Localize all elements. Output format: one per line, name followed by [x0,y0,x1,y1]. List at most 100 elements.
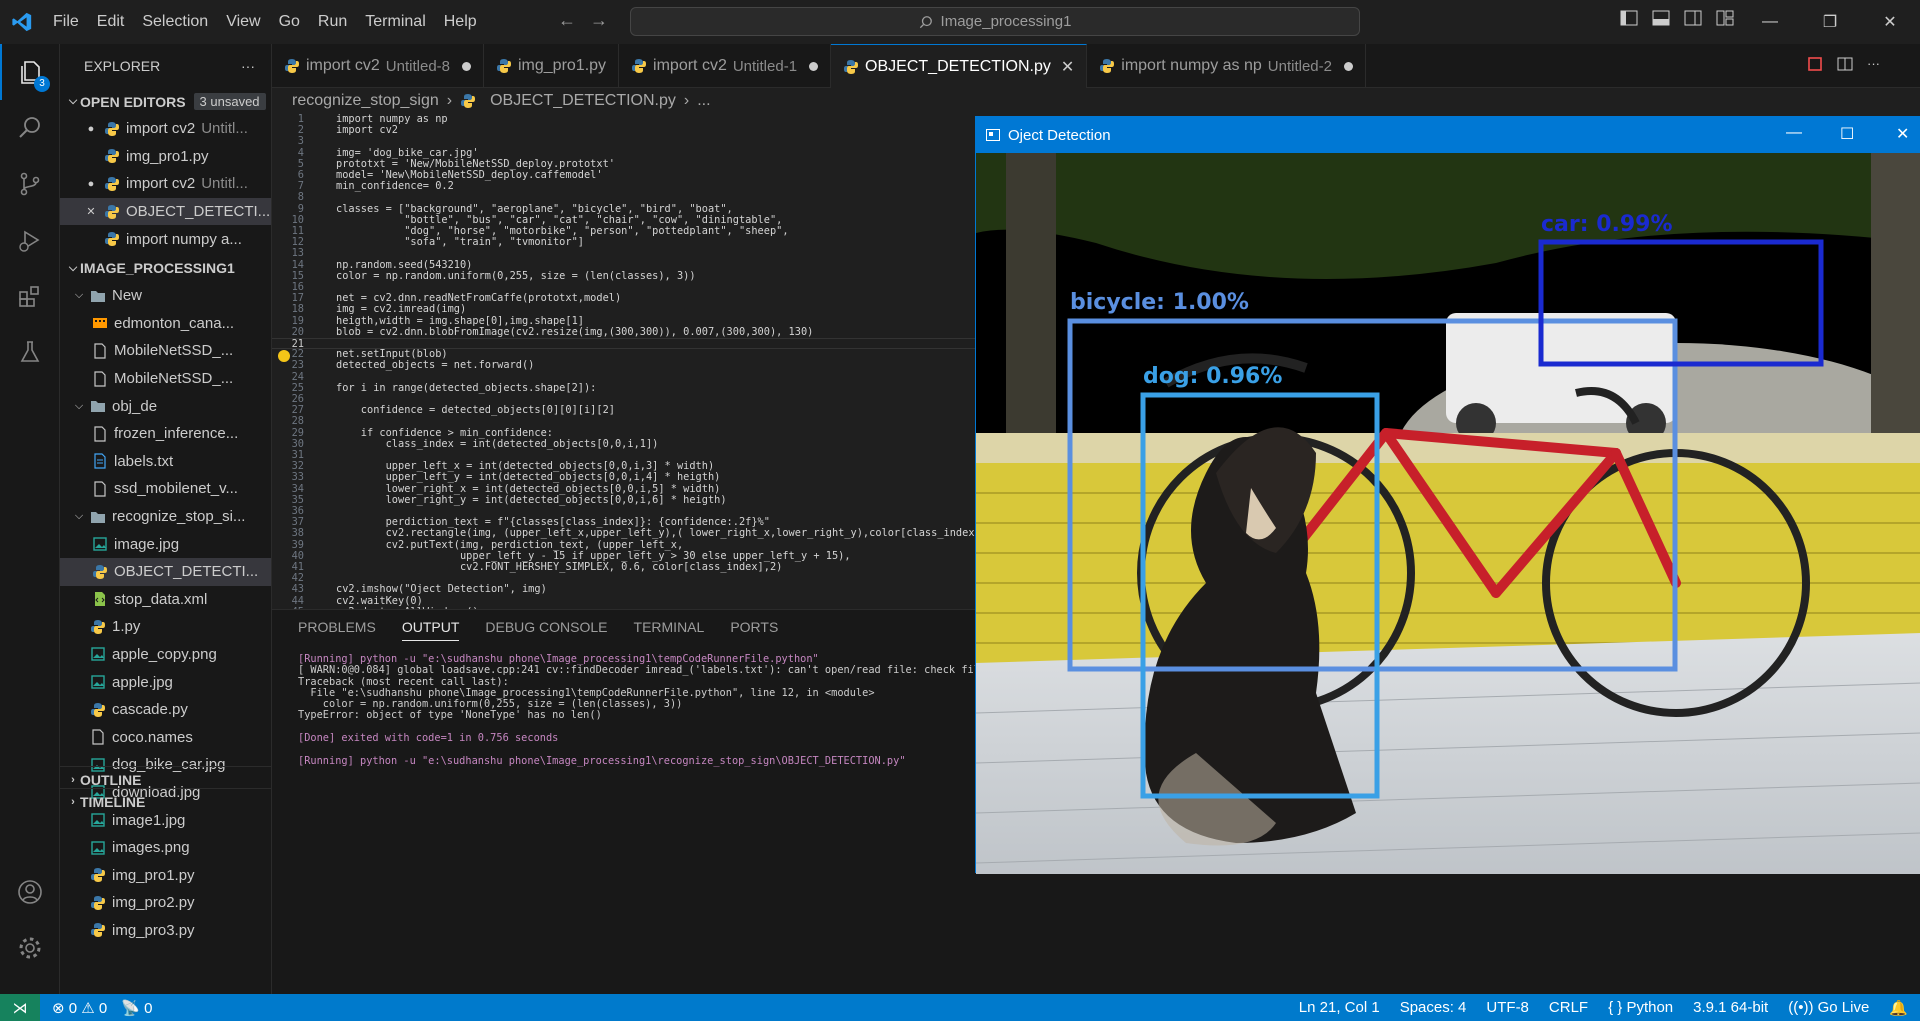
open-editor-item[interactable]: ✕ OBJECT_DETECTI... [60,197,271,226]
menu-view[interactable]: View [217,0,269,44]
menu-file[interactable]: File [44,0,88,44]
timeline-header[interactable]: › TIMELINE [60,788,271,815]
file-item[interactable]: frozen_inference... [60,420,271,448]
image-file-icon [90,674,106,690]
split-editor-icon[interactable] [1837,56,1853,72]
open-editor-item[interactable]: img_pro1.py [60,143,271,171]
cv-maximize-icon[interactable]: ☐ [1840,124,1854,144]
stop-icon[interactable] [1807,56,1823,72]
customize-layout-icon[interactable] [1716,10,1734,26]
file-item[interactable]: MobileNetSSD_... [60,337,271,365]
search-view-icon[interactable] [0,100,60,156]
cv-minimize-icon[interactable]: — [1786,124,1802,142]
menu-terminal[interactable]: Terminal [356,0,434,44]
file-item[interactable]: OBJECT_DETECTI... [60,557,271,586]
more-actions-icon[interactable]: ··· [1867,56,1880,72]
accounts-icon[interactable] [0,864,60,920]
notifications-bell-icon[interactable]: 🔔 [1889,999,1908,1017]
breadcrumb-tail[interactable]: ... [697,92,710,110]
editor-tab[interactable]: import cv2 Untitled-1 [619,44,832,88]
menu-go[interactable]: Go [270,0,309,44]
output-line: [ WARN:0@0.084] global loadsave.cpp:241 … [298,664,1024,677]
opencv-app-icon [986,129,1000,141]
file-item[interactable]: coco.names [60,723,271,751]
manage-gear-icon[interactable] [0,920,60,976]
panel-tab-ports[interactable]: PORTS [730,619,778,635]
lightbulb-icon[interactable] [278,350,290,362]
file-item[interactable]: edmonton_cana... [60,310,271,338]
close-icon[interactable]: ✕ [84,205,98,218]
ports-status[interactable]: 📡 0 [121,999,152,1017]
file-item[interactable]: 1.py [60,613,271,641]
extensions-icon[interactable] [0,268,60,324]
go-live[interactable]: ((•)) Go Live [1788,999,1869,1016]
open-editor-item[interactable]: ● import cv2 Untitl... [60,115,271,143]
file-item[interactable]: img_pro3.py [60,917,271,945]
open-editors-header[interactable]: ⌵ OPEN EDITORS 3 unsaved [60,88,271,115]
toggle-panel-icon[interactable] [1652,10,1670,26]
file-item[interactable]: stop_data.xml [60,586,271,614]
panel-tab-debug-console[interactable]: DEBUG CONSOLE [485,619,607,635]
close-icon[interactable]: ✕ [1860,0,1920,44]
breadcrumb-folder[interactable]: recognize_stop_sign [292,92,439,110]
opencv-window-titlebar[interactable]: Oject Detection — ☐ ✕ [976,117,1920,153]
remote-indicator-icon[interactable]: ⋊ [0,994,40,1021]
python-interpreter[interactable]: 3.9.1 64-bit [1693,999,1768,1016]
toggle-primary-sidebar-icon[interactable] [1620,10,1638,26]
file-item[interactable]: apple.jpg [60,668,271,696]
restore-icon[interactable]: ❐ [1800,0,1860,44]
menu-run[interactable]: Run [309,0,356,44]
editor-tab[interactable]: import numpy as np Untitled-2 [1087,44,1366,88]
source-control-icon[interactable] [0,156,60,212]
toggle-secondary-sidebar-icon[interactable] [1684,10,1702,26]
panel-tab-problems[interactable]: PROBLEMS [298,619,376,635]
line-ending[interactable]: CRLF [1549,999,1588,1016]
indentation[interactable]: Spaces: 4 [1400,999,1467,1016]
close-tab-icon[interactable]: ✕ [1061,57,1074,77]
folder-item[interactable]: ⌵ New [60,282,271,310]
tab-name: import numpy as np [1121,57,1262,74]
file-item[interactable]: img_pro2.py [60,889,271,917]
minimize-icon[interactable]: — [1740,0,1800,44]
file-item[interactable]: img_pro1.py [60,861,271,889]
workspace-header[interactable]: ⌵ IMAGE_PROCESSING1 [60,255,271,282]
opencv-window[interactable]: Oject Detection — ☐ ✕ car: 0.99% bicycle… [975,116,1920,874]
command-center[interactable]: Image_processing1 [630,7,1360,36]
run-debug-icon[interactable] [0,212,60,268]
panel-tab-output[interactable]: OUTPUT [401,613,460,641]
file-item[interactable]: cascade.py [60,696,271,724]
folder-item[interactable]: ⌵ obj_de [60,392,271,420]
folder-item[interactable]: ⌵ recognize_stop_si... [60,503,271,531]
testing-flask-icon[interactable] [0,324,60,380]
file-item[interactable]: images.png [60,834,271,862]
editor-tab[interactable]: OBJECT_DETECTION.py ✕ [831,44,1088,88]
unsaved-dot-icon[interactable] [1343,61,1353,71]
open-editor-item[interactable]: import numpy a... [60,225,271,253]
explorer-icon[interactable]: 3 [0,44,60,100]
file-item[interactable]: image.jpg [60,530,271,558]
forward-arrow-icon[interactable]: → [590,10,608,31]
menu-selection[interactable]: Selection [133,0,217,44]
breadcrumb-file[interactable]: OBJECT_DETECTION.py [490,92,676,110]
back-arrow-icon[interactable]: ← [558,10,576,31]
file-item[interactable]: ssd_mobilenet_v... [60,475,271,503]
more-actions-icon[interactable]: ··· [241,58,255,74]
encoding[interactable]: UTF-8 [1486,999,1529,1016]
editor-tab[interactable]: img_pro1.py [484,44,620,88]
language-mode[interactable]: { } Python [1608,999,1673,1016]
menu-help[interactable]: Help [435,0,486,44]
file-item[interactable]: labels.txt [60,448,271,476]
unsaved-dot-icon[interactable] [809,61,819,71]
problems-status[interactable]: ⊗ 0 ⚠ 0 [52,999,107,1017]
file-item[interactable]: apple_copy.png [60,641,271,669]
panel-tab-terminal[interactable]: TERMINAL [634,619,705,635]
editor-tab[interactable]: import cv2 Untitled-8 [272,44,484,88]
output-console[interactable]: [Running] python -u "e:\sudhanshu phone\… [298,653,1024,767]
cursor-position[interactable]: Ln 21, Col 1 [1299,999,1380,1016]
unsaved-dot-icon[interactable] [462,61,471,71]
open-editor-item[interactable]: ● import cv2 Untitl... [60,170,271,198]
cv-close-icon[interactable]: ✕ [1896,124,1909,144]
tree-item-label: MobileNetSSD_... [114,342,234,360]
menu-edit[interactable]: Edit [88,0,134,44]
file-item[interactable]: MobileNetSSD_... [60,365,271,393]
